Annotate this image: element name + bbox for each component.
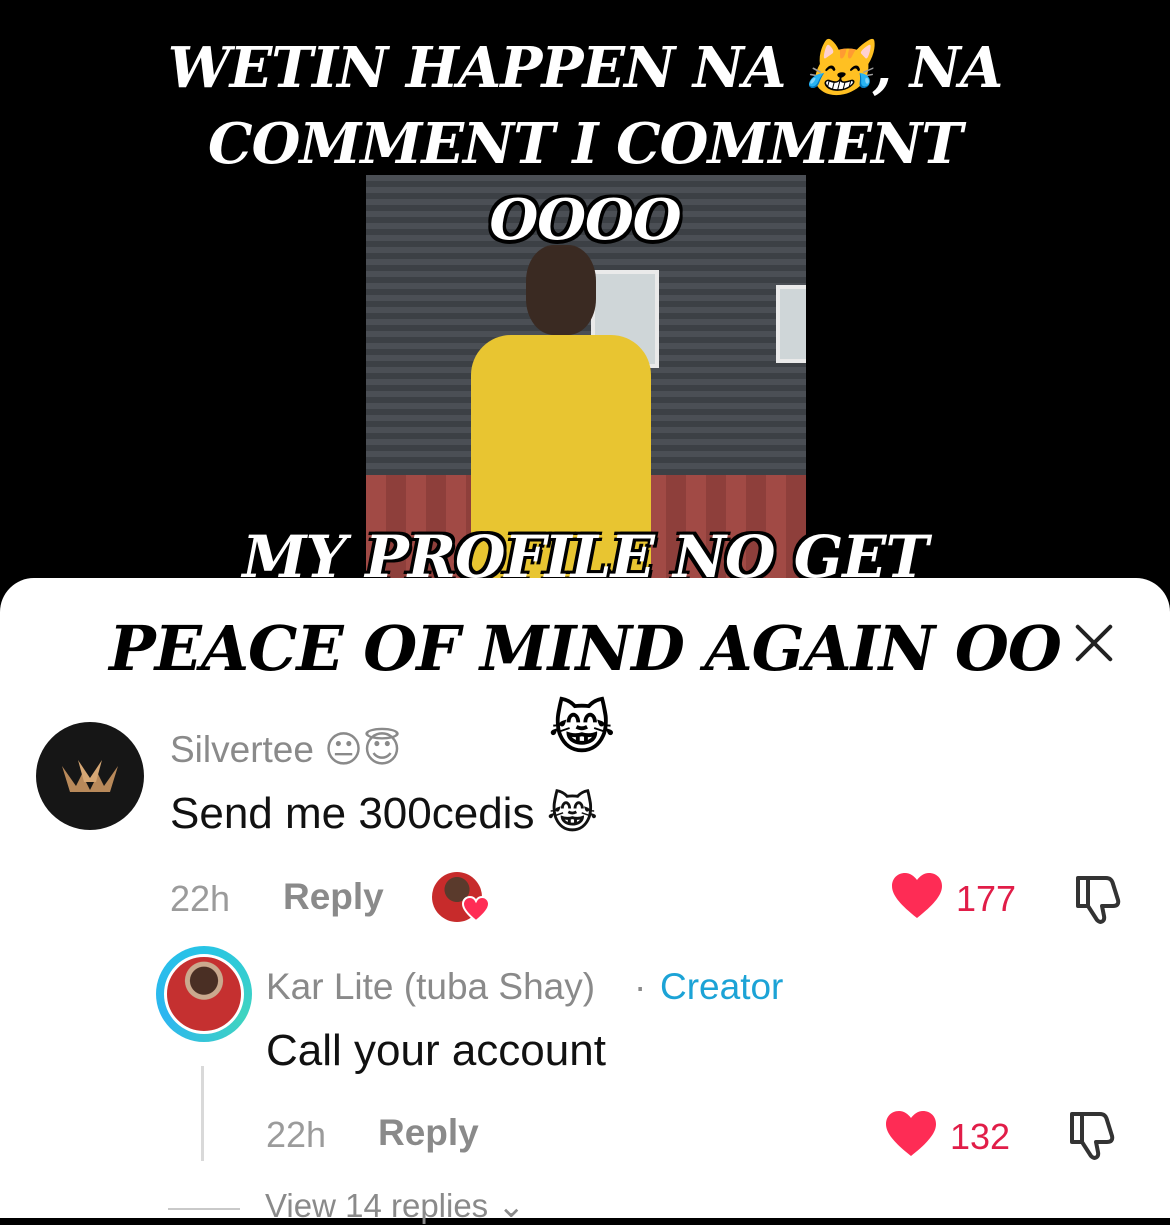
dislike-icon[interactable]: [1064, 1108, 1118, 1162]
separator-dot: ·: [634, 966, 647, 1007]
caption-emoji: 😹: [548, 696, 616, 761]
video-caption-bottom-line2: PEACE OF MIND AGAIN OO: [109, 612, 1062, 685]
reply-button[interactable]: Reply: [283, 876, 384, 918]
reply-text: Call your account: [266, 1026, 606, 1075]
window: [776, 285, 806, 363]
dislike-icon[interactable]: [1070, 872, 1124, 926]
like-heart-icon[interactable]: [884, 1110, 938, 1158]
divider: [168, 1208, 240, 1210]
comment-text: Send me 300cedis 😹: [170, 789, 599, 838]
like-count: 132: [950, 1116, 1011, 1157]
caption-line: OOOO: [489, 187, 681, 253]
comment-time: 22h: [170, 878, 231, 919]
reply-button[interactable]: Reply: [378, 1112, 479, 1154]
caption-line: WETIN HAPPEN NA 😹, NA: [167, 35, 1004, 101]
creator-heart-icon: [462, 896, 490, 922]
comment-username[interactable]: Silvertee 😐😇: [170, 728, 401, 771]
view-replies-button[interactable]: View 14 replies ⌄: [265, 1186, 525, 1225]
caption-line: COMMENT I COMMENT: [208, 111, 963, 177]
avatar[interactable]: [164, 954, 244, 1034]
reply-time: 22h: [266, 1114, 327, 1155]
video-caption-top: WETIN HAPPEN NA 😹, NA COMMENT I COMMENT …: [0, 40, 1170, 268]
creator-badge: Creator: [660, 966, 784, 1007]
avatar[interactable]: [36, 722, 144, 830]
close-icon[interactable]: [1068, 618, 1118, 668]
reply-username[interactable]: Kar Lite (tuba Shay): [266, 966, 595, 1008]
crown-logo-icon: [62, 760, 118, 792]
thread-line: [201, 1066, 204, 1161]
like-heart-icon[interactable]: [890, 872, 944, 920]
like-count: 177: [956, 878, 1017, 919]
